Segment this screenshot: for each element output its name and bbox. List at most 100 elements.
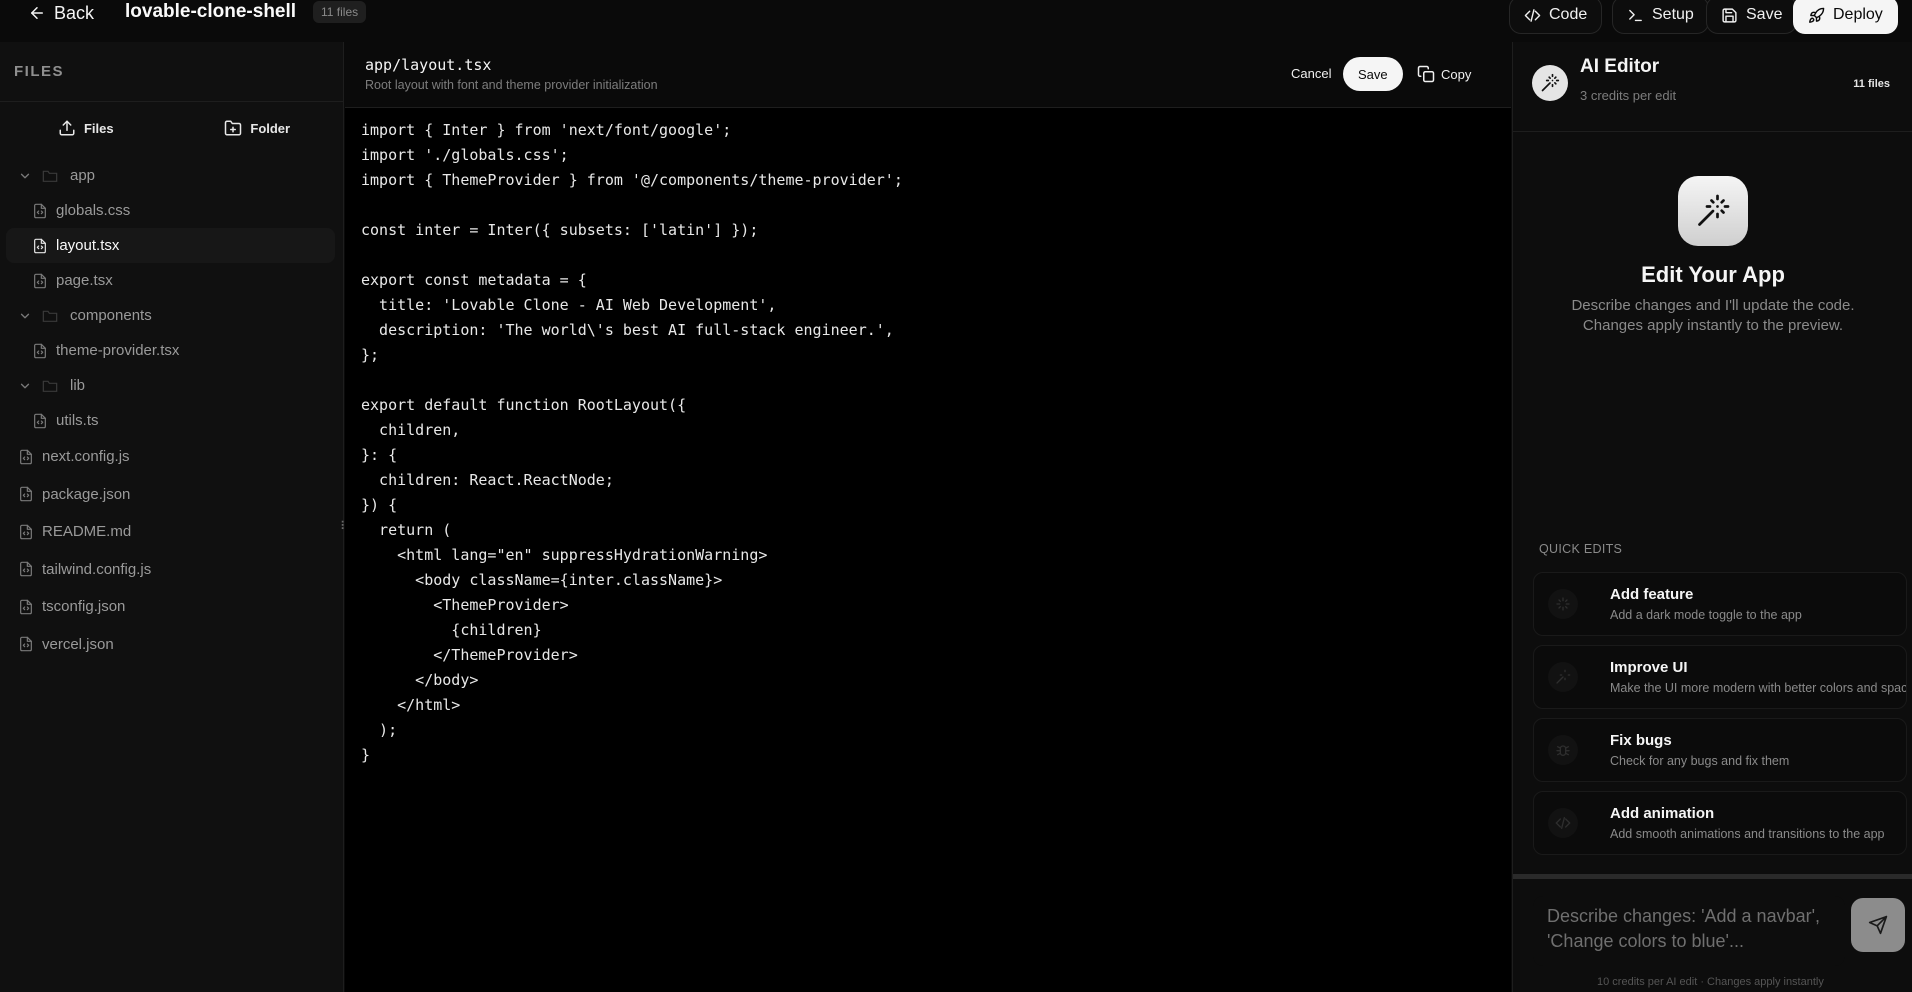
file-code-icon	[20, 636, 32, 652]
quick-edits-label: QUICK EDITS	[1539, 542, 1623, 556]
file-vercel-json[interactable]: vercel.json	[6, 626, 335, 664]
top-bar: Back lovable-clone-shell 11 files Code S…	[0, 0, 1912, 42]
file-theme-provider-tsx[interactable]: theme-provider.tsx	[6, 333, 335, 368]
folder-label: app	[70, 167, 96, 184]
send-button[interactable]	[1851, 898, 1905, 952]
folder-label: components	[70, 307, 152, 324]
file-sidebar: FILES Files Folder app globals.css layou…	[0, 42, 344, 992]
file-label: package.json	[42, 485, 131, 503]
file-tailwind-config-js[interactable]: tailwind.config.js	[6, 551, 335, 589]
project-name: lovable-clone-shell	[125, 1, 297, 22]
code-editor-panel: app/layout.tsx Root layout with font and…	[345, 42, 1511, 992]
panel-divider	[1513, 874, 1912, 879]
hero-description-line: Changes apply instantly to the preview.	[1582, 317, 1844, 334]
save-project-button[interactable]: Save	[1706, 0, 1798, 34]
chevron-down-icon	[20, 173, 30, 178]
rocket-icon	[1809, 7, 1825, 23]
file-code-icon	[34, 203, 46, 218]
file-page-tsx[interactable]: page.tsx	[6, 263, 335, 298]
quick-edit-add-feature[interactable]: Add feature Add a dark mode toggle to th…	[1533, 572, 1907, 636]
code-button[interactable]: Code	[1509, 0, 1603, 34]
chevron-down-icon	[20, 313, 30, 318]
arrow-left-icon	[31, 7, 43, 19]
folder-plus-icon	[225, 120, 242, 136]
quick-edit-title: Add animation	[1610, 805, 1715, 822]
quick-edit-improve-ui[interactable]: Improve UI Make the UI more modern with …	[1533, 645, 1907, 709]
code-icon	[1524, 8, 1541, 22]
hero-description: Describe changes and I'll update the cod…	[1513, 296, 1912, 336]
editor-header: app/layout.tsx Root layout with font and…	[345, 42, 1511, 108]
file-count-badge: 11 files	[313, 1, 367, 23]
quick-edit-add-animation[interactable]: Add animation Add smooth animations and …	[1533, 791, 1907, 855]
folder-lib[interactable]: lib	[6, 368, 335, 403]
file-readme-md[interactable]: README.md	[6, 513, 335, 551]
back-button[interactable]: Back	[28, 0, 94, 26]
file-code-icon	[34, 413, 46, 428]
ai-editor-panel: AI Editor 3 credits per edit 11 files Ed…	[1512, 42, 1912, 992]
quick-edit-title: Fix bugs	[1610, 732, 1672, 749]
quick-edit-fix-bugs[interactable]: Fix bugs Check for any bugs and fix them	[1533, 718, 1907, 782]
folder-components[interactable]: components	[6, 298, 335, 333]
code-icon	[1548, 808, 1578, 838]
new-folder-label: Folder	[250, 120, 291, 136]
sparkle-icon	[1548, 589, 1578, 619]
save-file-button[interactable]: Save	[1343, 57, 1403, 91]
deploy-button-label: Deploy	[1833, 6, 1883, 23]
new-folder-button[interactable]: Folder	[172, 102, 344, 154]
upload-files-label: Files	[83, 120, 114, 136]
file-tsconfig-json[interactable]: tsconfig.json	[6, 588, 335, 626]
back-label: Back	[54, 2, 95, 23]
send-icon	[1868, 915, 1888, 935]
file-label: vercel.json	[42, 635, 114, 653]
file-code-icon	[34, 273, 46, 288]
ai-avatar	[1532, 65, 1568, 101]
ai-editor-header: AI Editor 3 credits per edit 11 files	[1513, 42, 1912, 132]
bug-icon	[1548, 735, 1578, 765]
file-globals-css[interactable]: globals.css	[6, 193, 335, 228]
file-utils-ts[interactable]: utils.ts	[6, 403, 335, 438]
file-code-icon	[20, 599, 32, 615]
terminal-icon	[1629, 9, 1642, 21]
copy-label: Copy	[1441, 66, 1472, 82]
file-label: theme-provider.tsx	[56, 342, 180, 359]
file-label: tsconfig.json	[42, 598, 126, 616]
file-code-icon	[34, 343, 46, 358]
quick-edit-desc: Make the UI more modern with better colo…	[1610, 681, 1907, 695]
quick-edit-desc: Check for any bugs and fix them	[1610, 754, 1790, 768]
file-path: app/layout.tsx	[365, 56, 492, 74]
code-content[interactable]: import { Inter } from 'next/font/google'…	[361, 118, 903, 768]
chevron-down-icon	[20, 383, 30, 388]
quick-edit-desc: Add smooth animations and transitions to…	[1610, 827, 1885, 841]
folder-app[interactable]: app	[6, 158, 335, 193]
ai-prompt-input[interactable]: Describe changes: 'Add a navbar', 'Chang…	[1533, 896, 1845, 966]
code-button-label: Code	[1549, 6, 1588, 23]
file-next-config-js[interactable]: next.config.js	[6, 438, 335, 476]
file-label: utils.ts	[56, 412, 99, 429]
file-code-icon	[20, 561, 32, 577]
ai-footer-note: 10 credits per AI edit · Changes apply i…	[1597, 976, 1824, 988]
magic-wand-icon	[1541, 73, 1560, 92]
magic-wand-icon	[1698, 194, 1730, 226]
file-tree: app globals.css layout.tsx page.tsx comp…	[0, 154, 343, 663]
file-description: Root layout with font and theme provider…	[365, 78, 658, 92]
setup-button[interactable]: Setup	[1612, 0, 1709, 34]
file-label: next.config.js	[42, 448, 130, 466]
deploy-button[interactable]: Deploy	[1793, 0, 1898, 34]
quick-edit-desc: Add a dark mode toggle to the app	[1610, 608, 1802, 622]
upload-icon	[59, 120, 75, 136]
file-code-icon	[20, 449, 32, 465]
file-package-json[interactable]: package.json	[6, 476, 335, 514]
file-layout-tsx[interactable]: layout.tsx	[6, 228, 335, 263]
file-code-icon	[34, 238, 46, 253]
folder-icon	[42, 170, 58, 182]
folder-icon	[42, 310, 58, 322]
copy-icon	[1417, 65, 1435, 83]
upload-files-button[interactable]: Files	[0, 102, 172, 154]
quick-edit-title: Add feature	[1610, 586, 1694, 603]
copy-button[interactable]: Copy	[1417, 57, 1471, 91]
ai-editor-subtitle: 3 credits per edit	[1580, 88, 1677, 103]
cancel-button[interactable]: Cancel	[1281, 56, 1341, 90]
ai-empty-state: Edit Your App Describe changes and I'll …	[1513, 176, 1912, 336]
hero-icon-box	[1678, 176, 1748, 246]
wand-icon	[1548, 662, 1578, 692]
